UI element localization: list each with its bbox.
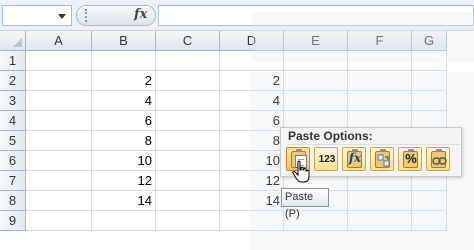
formula-button-group: fx (76, 5, 156, 26)
percent-icon: % (405, 151, 417, 166)
values-123-icon: 123 (318, 154, 336, 165)
cell-a2[interactable] (26, 71, 92, 91)
column-header-a[interactable]: A (26, 31, 92, 51)
cell-b7[interactable]: 12 (92, 171, 156, 191)
cell-c7[interactable] (156, 171, 220, 191)
row-header-3[interactable]: 3 (0, 91, 26, 111)
cell-c1[interactable] (156, 51, 220, 71)
cell-c2[interactable] (156, 71, 220, 91)
cell-a4[interactable] (26, 111, 92, 131)
cell-b9[interactable] (92, 211, 156, 231)
cell-b3[interactable]: 4 (92, 91, 156, 111)
cell-b1[interactable] (92, 51, 156, 71)
cell-c4[interactable] (156, 111, 220, 131)
column-header-c[interactable]: C (156, 31, 220, 51)
formula-fx-icon: fx (348, 151, 362, 165)
name-box-dropdown-icon[interactable] (58, 14, 66, 19)
row-header-4[interactable]: 4 (0, 111, 26, 131)
paste-formulas-button[interactable]: fx (342, 147, 366, 171)
name-box[interactable] (2, 5, 72, 26)
cell-b4[interactable]: 6 (92, 111, 156, 131)
cell-c9[interactable] (156, 211, 220, 231)
transpose-icon (377, 154, 390, 167)
paste-options-title: Paste Options: (288, 129, 460, 145)
cell-a3[interactable] (26, 91, 92, 111)
cell-a1[interactable] (26, 51, 92, 71)
cell-b5[interactable]: 8 (92, 131, 156, 151)
background-overlay-top (252, 12, 474, 62)
cell-b8[interactable]: 14 (92, 191, 156, 211)
cell-b6[interactable]: 10 (92, 151, 156, 171)
cell-b2[interactable]: 2 (92, 71, 156, 91)
paste-values-button[interactable]: 123 (314, 147, 338, 171)
paste-formatting-button[interactable]: % (398, 147, 422, 171)
select-all-button[interactable] (0, 31, 26, 51)
paste-link-button[interactable] (426, 147, 450, 171)
row-header-6[interactable]: 6 (0, 151, 26, 171)
row-header-9[interactable]: 9 (0, 211, 26, 231)
cell-a8[interactable] (26, 191, 92, 211)
row-header-8[interactable]: 8 (0, 191, 26, 211)
paste-tooltip: Paste (P) (281, 188, 329, 220)
row-header-2[interactable]: 2 (0, 71, 26, 91)
cell-a7[interactable] (26, 171, 92, 191)
row-header-7[interactable]: 7 (0, 171, 26, 191)
cell-a9[interactable] (26, 211, 92, 231)
cell-c6[interactable] (156, 151, 220, 171)
row-header-1[interactable]: 1 (0, 51, 26, 71)
cell-c8[interactable] (156, 191, 220, 211)
link-icon (432, 157, 447, 165)
paste-transpose-button[interactable] (370, 147, 394, 171)
row-header-5[interactable]: 5 (0, 131, 26, 151)
hand-cursor-icon (292, 160, 310, 183)
cell-a6[interactable] (26, 151, 92, 171)
resize-handle-icon[interactable] (85, 9, 88, 22)
select-all-icon (13, 38, 22, 47)
insert-function-icon[interactable]: fx (134, 7, 147, 22)
cell-a5[interactable] (26, 131, 92, 151)
column-header-b[interactable]: B (92, 31, 156, 51)
cell-c3[interactable] (156, 91, 220, 111)
cell-c5[interactable] (156, 131, 220, 151)
